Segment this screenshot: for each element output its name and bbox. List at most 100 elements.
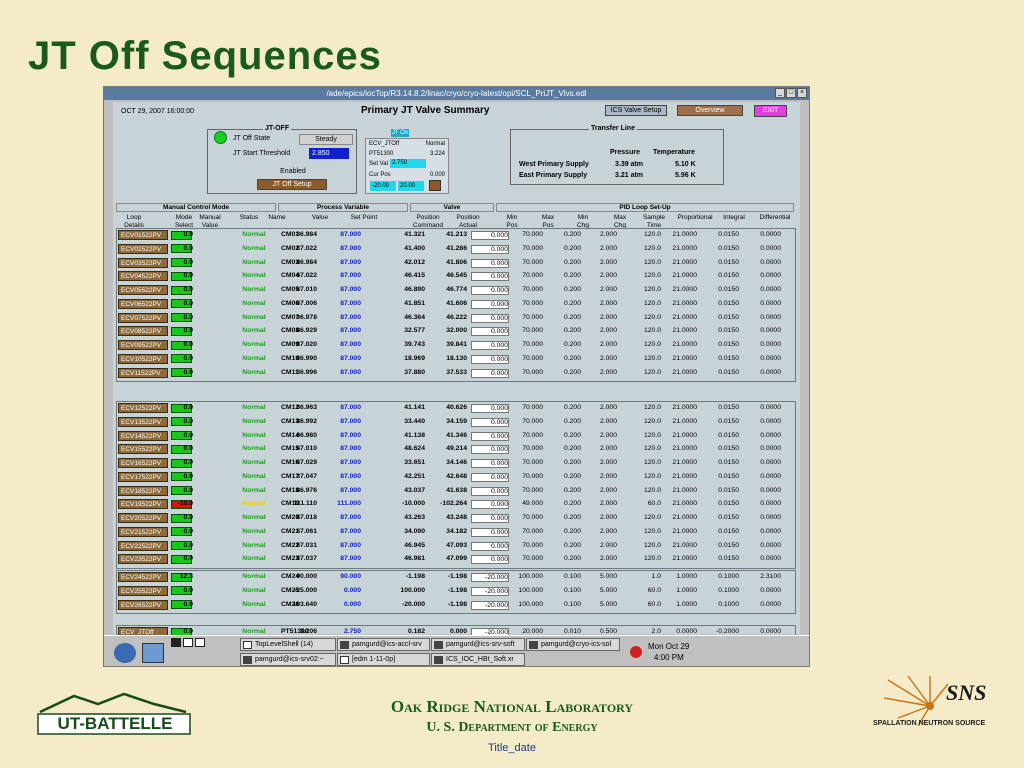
set-point[interactable]: 87.000 xyxy=(321,432,361,439)
integral[interactable]: 0.0150 xyxy=(699,272,739,279)
set-point[interactable]: 87.000 xyxy=(321,445,361,452)
differential[interactable]: 0.0000 xyxy=(737,487,781,494)
differential[interactable]: 0.0000 xyxy=(737,404,781,411)
max-chg[interactable]: 2.000 xyxy=(581,473,617,480)
manual-value[interactable]: 0.0 xyxy=(153,300,193,307)
max-pos[interactable]: 70.000 xyxy=(503,327,543,334)
set-point[interactable]: 87.000 xyxy=(321,314,361,321)
manual-value[interactable]: 0.0 xyxy=(153,487,193,494)
max-chg[interactable]: 2.000 xyxy=(581,432,617,439)
manual-value[interactable]: 0.0 xyxy=(153,341,193,348)
set-point[interactable]: 87.000 xyxy=(321,418,361,425)
differential[interactable]: 0.0000 xyxy=(737,542,781,549)
max-chg[interactable]: 2.000 xyxy=(581,542,617,549)
max-chg[interactable]: 2.000 xyxy=(581,514,617,521)
task-edm[interactable]: [edm 1-11-0p] xyxy=(337,653,430,666)
differential[interactable]: 0.0000 xyxy=(737,245,781,252)
set-point[interactable]: 87.000 xyxy=(321,473,361,480)
position-command[interactable]: 18.969 xyxy=(385,355,425,362)
max-pos[interactable]: 70.000 xyxy=(503,355,543,362)
jt-start-threshold-input[interactable]: 2.850 xyxy=(309,148,349,159)
max-chg[interactable]: 2.000 xyxy=(581,500,617,507)
task-ics-srv02[interactable]: pamgurd@ics-srv02:~ xyxy=(240,653,336,666)
position-command[interactable]: 46.945 xyxy=(385,542,425,549)
max-chg[interactable]: 2.000 xyxy=(581,272,617,279)
task-toplevelshell[interactable]: TopLevelShell (14) xyxy=(240,638,336,651)
max-chg[interactable]: 2.000 xyxy=(581,355,617,362)
proportional[interactable]: 21.0000 xyxy=(655,404,697,411)
min-chg[interactable]: 0.200 xyxy=(547,432,581,439)
position-command[interactable]: -10.000 xyxy=(385,500,425,507)
min-chg[interactable]: 0.200 xyxy=(547,259,581,266)
min-chg[interactable]: 0.200 xyxy=(547,514,581,521)
proportional[interactable]: 1.0000 xyxy=(655,587,697,594)
min-chg[interactable]: 0.200 xyxy=(547,272,581,279)
position-command[interactable]: 48.624 xyxy=(385,445,425,452)
max-pos[interactable]: 70.000 xyxy=(503,418,543,425)
proportional[interactable]: 21.0000 xyxy=(655,327,697,334)
printer-icon[interactable] xyxy=(142,643,164,663)
integral[interactable]: 0.0150 xyxy=(699,369,739,376)
min-chg[interactable]: 0.200 xyxy=(547,459,581,466)
integral[interactable]: 0.0150 xyxy=(699,542,739,549)
min-chg[interactable]: 0.200 xyxy=(547,314,581,321)
max-pos[interactable]: 70.000 xyxy=(503,542,543,549)
integral[interactable]: 0.0150 xyxy=(699,286,739,293)
min-chg[interactable]: 0.200 xyxy=(547,286,581,293)
set-point[interactable]: 87.000 xyxy=(321,300,361,307)
position-command[interactable]: 39.743 xyxy=(385,341,425,348)
position-command[interactable]: 34.090 xyxy=(385,528,425,535)
proportional[interactable]: 21.0000 xyxy=(655,231,697,238)
differential[interactable]: 0.0000 xyxy=(737,445,781,452)
min-chg[interactable]: 0.200 xyxy=(547,369,581,376)
max-pos[interactable]: 100.000 xyxy=(503,573,543,580)
differential[interactable]: 0.0000 xyxy=(737,473,781,480)
min-chg[interactable]: 0.200 xyxy=(547,500,581,507)
min-chg[interactable]: 0.100 xyxy=(547,587,581,594)
max-pos[interactable]: 70.000 xyxy=(503,555,543,562)
position-command[interactable]: 41.851 xyxy=(385,300,425,307)
proportional[interactable]: 21.0000 xyxy=(655,259,697,266)
proportional[interactable]: 21.0000 xyxy=(655,272,697,279)
proportional[interactable]: 21.0000 xyxy=(655,528,697,535)
alert-icon[interactable] xyxy=(630,646,642,658)
manual-value[interactable]: 0.0 xyxy=(153,601,193,608)
set-point[interactable]: 111.000 xyxy=(321,500,361,507)
integral[interactable]: 0.1000 xyxy=(699,601,739,608)
integral[interactable]: 0.0150 xyxy=(699,528,739,535)
close-icon[interactable]: × xyxy=(797,88,807,98)
position-command[interactable]: 0.182 xyxy=(385,628,425,635)
max-pos[interactable]: 70.000 xyxy=(503,473,543,480)
integral[interactable]: 0.0150 xyxy=(699,327,739,334)
differential[interactable]: 0.0000 xyxy=(737,369,781,376)
min-chg[interactable]: 0.200 xyxy=(547,445,581,452)
set-point[interactable]: 0.000 xyxy=(321,601,361,608)
integral[interactable]: -0.2000 xyxy=(699,628,739,635)
position-command[interactable]: 42.012 xyxy=(385,259,425,266)
differential[interactable]: 0.0000 xyxy=(737,286,781,293)
differential[interactable]: 0.0000 xyxy=(737,601,781,608)
integral[interactable]: 0.0150 xyxy=(699,245,739,252)
manual-value[interactable]: 0.0 xyxy=(153,528,193,535)
manual-value[interactable]: 0.0 xyxy=(153,272,193,279)
max-chg[interactable]: 2.000 xyxy=(581,341,617,348)
max-chg[interactable]: 2.000 xyxy=(581,528,617,535)
integral[interactable]: 0.0150 xyxy=(699,459,739,466)
maximize-icon[interactable]: □ xyxy=(786,88,796,98)
integral[interactable]: 0.0150 xyxy=(699,231,739,238)
position-command[interactable]: 37.880 xyxy=(385,369,425,376)
differential[interactable]: 0.0000 xyxy=(737,514,781,521)
range-low-input[interactable]: -20.00 xyxy=(370,181,396,191)
integral[interactable]: 0.0150 xyxy=(699,514,739,521)
max-pos[interactable]: 70.000 xyxy=(503,445,543,452)
workspace-icon-1[interactable] xyxy=(171,638,181,647)
integral[interactable]: 0.0150 xyxy=(699,418,739,425)
min-chg[interactable]: 0.200 xyxy=(547,231,581,238)
min-chg[interactable]: 0.200 xyxy=(547,473,581,480)
proportional[interactable]: 21.0000 xyxy=(655,542,697,549)
position-command[interactable]: 46.981 xyxy=(385,555,425,562)
minimize-icon[interactable]: _ xyxy=(775,88,785,98)
set-point[interactable]: 87.000 xyxy=(321,514,361,521)
set-point[interactable]: 87.000 xyxy=(321,542,361,549)
position-command[interactable]: 46.415 xyxy=(385,272,425,279)
